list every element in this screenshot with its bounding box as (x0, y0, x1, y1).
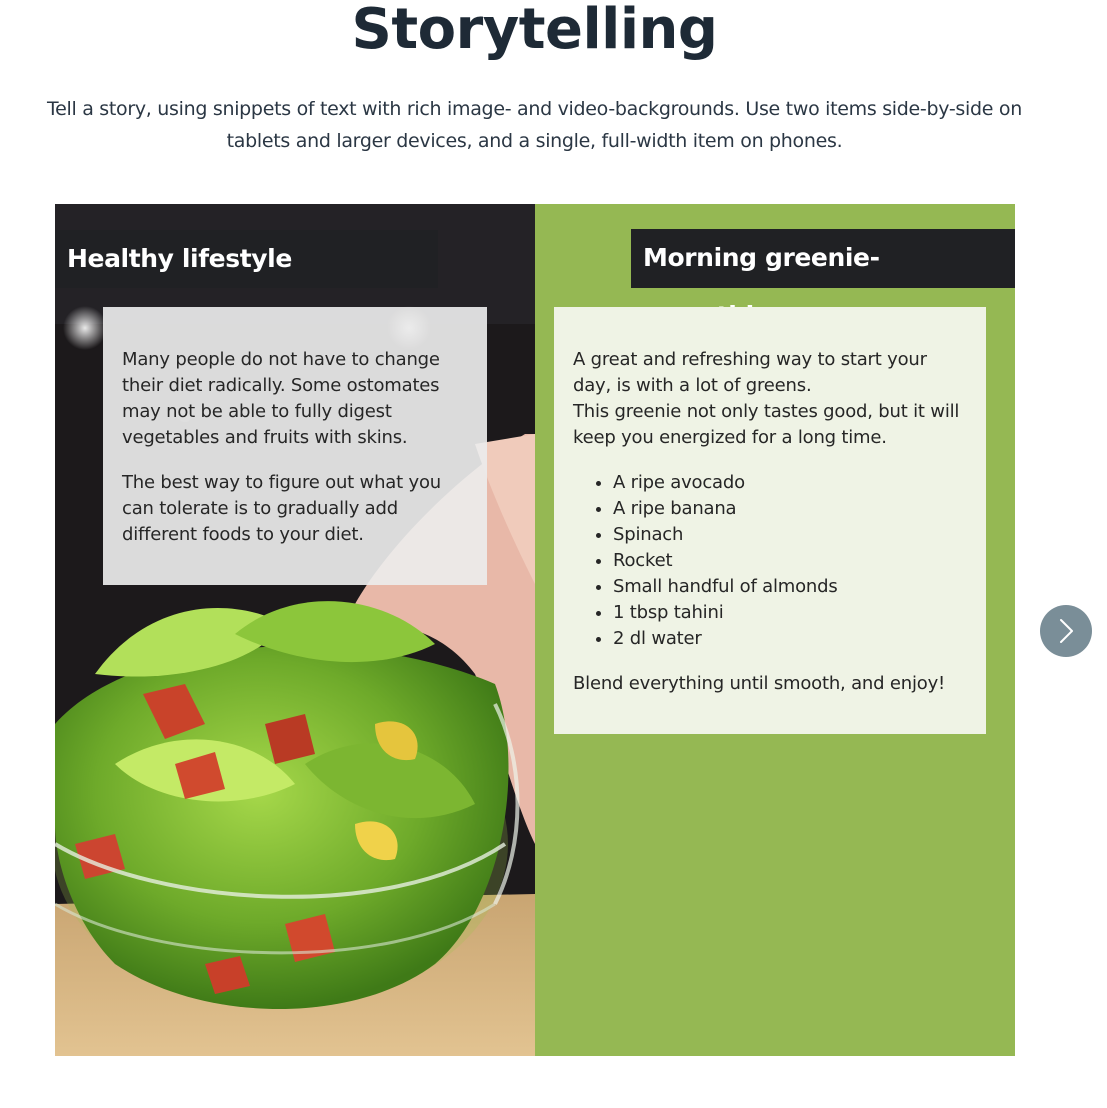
story-intro-line: This greenie not only tastes good, but i… (573, 401, 960, 448)
list-item: A ripe banana (613, 496, 967, 522)
story-item-greenie-smoothie: Morning greenie-smoothie A great and ref… (535, 204, 1015, 1056)
story-closing: Blend everything until smooth, and enjoy… (573, 673, 946, 694)
story-paragraph: Many people do not have to change their … (122, 349, 440, 448)
list-item: 2 dl water (613, 626, 967, 652)
page-intro: Tell a story, using snippets of text wit… (47, 98, 1022, 152)
story-text-card: Many people do not have to change their … (103, 307, 487, 585)
page-title: Storytelling (351, 0, 718, 62)
story-intro: A great and refreshing way to start your… (573, 347, 967, 451)
story-text-card: A great and refreshing way to start your… (554, 307, 986, 734)
list-item: Small handful of almonds (613, 574, 967, 600)
story-heading: Healthy lifestyle (55, 230, 438, 288)
story-paragraph: The best way to figure out what you can … (122, 472, 441, 545)
carousel-next-button[interactable] (1040, 605, 1092, 657)
list-item: 1 tbsp tahini (613, 600, 967, 626)
ingredient-list: A ripe avocado A ripe banana Spinach Roc… (573, 470, 967, 652)
chevron-right-icon (1060, 619, 1073, 643)
list-item: Spinach (613, 522, 967, 548)
story-item-healthy-lifestyle: Healthy lifestyle Many people do not hav… (55, 204, 535, 1056)
story-heading: Morning greenie-smoothie (631, 229, 1015, 330)
list-item: A ripe avocado (613, 470, 967, 496)
story-intro-line: A great and refreshing way to start your… (573, 349, 927, 396)
list-item: Rocket (613, 548, 967, 574)
